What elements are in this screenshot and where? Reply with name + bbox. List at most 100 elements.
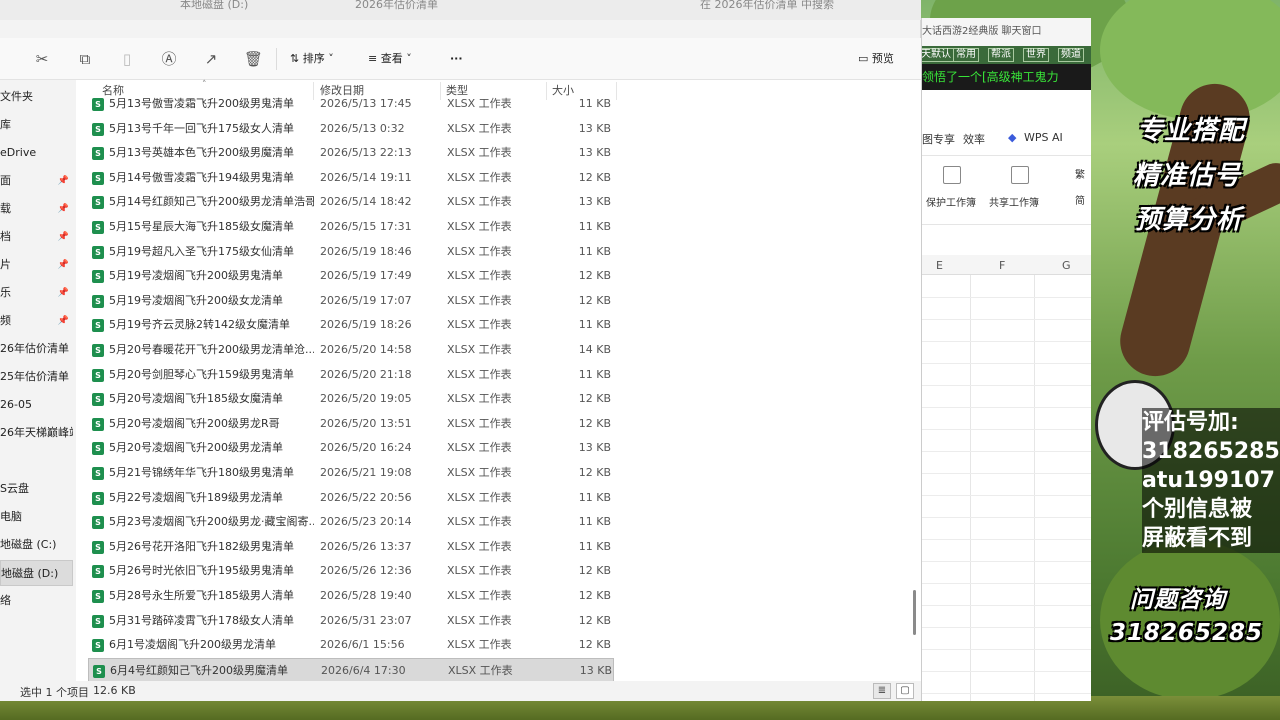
file-date: 2026/5/14 18:42 [320, 195, 412, 209]
nav-item[interactable]: 片 📌 [0, 252, 73, 278]
tiles-view-button[interactable]: ▢ [896, 683, 914, 699]
file-row[interactable]: S 5月31号踏碎凌霄飞升178级女人清单 2026/5/31 23:07 XLSX … [88, 609, 614, 634]
nav-item[interactable]: 地磁盘 (D:) [0, 560, 73, 586]
file-type: XLSX 工作表 [447, 293, 512, 307]
file-row[interactable]: S 5月19号齐云灵脉2转142级女魔清单 2026/5/19 18:26 XLSX … [88, 313, 614, 338]
nav-item[interactable]: 乐 📌 [0, 280, 73, 306]
tab-efficiency[interactable]: 效率 [963, 131, 985, 147]
ribbon-tabs: 图专享 效率 ◆ WPS AI [922, 123, 1091, 153]
file-row[interactable]: S 5月20号春暖花开飞升200级男龙清单沧... 2026/5/20 14:58 X… [88, 338, 614, 363]
file-row[interactable]: S 5月26号时光依旧飞升195级男鬼清单 2026/5/26 12:36 XLSX … [88, 559, 614, 584]
chevron-down-icon: ˅ [324, 52, 334, 65]
vertical-scrollbar[interactable] [913, 590, 916, 635]
file-row[interactable]: S 5月22号凌烟阁飞升189级男龙清单 2026/5/22 20:56 XLSX 工… [88, 486, 614, 511]
nav-item[interactable]: 25年估价清单 [0, 364, 73, 390]
file-row[interactable]: S 5月20号剑胆琴心飞升159级男鬼清单 2026/5/20 21:18 XLSX … [88, 363, 614, 388]
file-name: 5月14号傲雪凌霜飞升194级男鬼清单 [109, 170, 294, 184]
file-type: XLSX 工作表 [447, 589, 512, 602]
file-row[interactable]: S 5月20号凌烟阁飞升200级男龙R哥 2026/5/20 13:51 XLSX 工… [88, 412, 614, 437]
grid-row-line [922, 517, 1091, 518]
nav-item[interactable]: 库 [0, 112, 73, 138]
preview-icon: ▭ [858, 52, 872, 65]
nav-item[interactable]: S云盘 [0, 476, 73, 502]
sort-button[interactable]: ⇅ 排序 ˅ [290, 50, 334, 68]
file-type: XLSX 工作表 [447, 613, 512, 627]
file-row[interactable]: S 5月28号永生所爱飞升185级男人清单 2026/5/28 19:40 XLSX … [88, 584, 614, 609]
trash-icon[interactable]: 🗑 [244, 50, 263, 68]
column-g[interactable]: G [1062, 259, 1071, 272]
share-workbook-button[interactable]: 共享工作簿 [989, 194, 1039, 209]
file-date: 2026/5/20 21:18 [320, 367, 412, 381]
tab-exclusive[interactable]: 图专享 [922, 131, 955, 147]
file-row[interactable]: S 5月13号千年一回飞升175级女人清单 2026/5/13 0:32 XLSX 工… [88, 117, 614, 142]
nav-item[interactable] [0, 448, 73, 474]
nav-item[interactable]: 26-05 [0, 392, 73, 418]
file-row[interactable]: S 5月19号凌烟阁飞升200级男鬼清单 2026/5/19 17:49 XLSX 工… [88, 264, 614, 289]
traditional-button[interactable]: 繁 [1075, 166, 1085, 181]
chat-tab[interactable]: 帮派 [988, 48, 1014, 62]
file-row[interactable]: S 5月14号红颜知己飞升200级男龙清单浩哥 2026/5/14 18:42 XLS… [88, 190, 614, 215]
address-bar[interactable]: 本地磁盘 (D:) 2026年估价清单 在 2026年估价清单 中搜索 [0, 0, 921, 20]
nav-item[interactable]: 26年天梯巅峰站 [0, 420, 73, 446]
preview-button[interactable]: ▭ 预览 [858, 50, 894, 68]
file-row[interactable]: S 5月21号锦绣年华飞升180级男鬼清单 2026/5/21 19:08 XLSX … [88, 461, 614, 486]
protect-workbook-button[interactable]: 保护工作簿 [926, 194, 976, 209]
view-button[interactable]: ≡ 查看 ˅ [368, 50, 412, 68]
grid-row-line [922, 429, 1091, 430]
contact-box: 评估号加: 318265285 atu199107 个别信息被 屏蔽看不到 [1142, 408, 1280, 553]
xlsx-file-icon: S [92, 442, 104, 456]
chat-tab[interactable]: 频道 [1058, 48, 1084, 62]
nav-item[interactable]: 地磁盘 (C:) [0, 532, 73, 558]
file-type: XLSX 工作表 [447, 343, 512, 356]
copy-icon[interactable]: ⧉ [76, 50, 94, 68]
nav-item-label: 26年估价清单 [0, 342, 69, 355]
file-size: 11 KB [578, 490, 611, 504]
chat-tab[interactable]: 天默认 [922, 48, 954, 62]
scissors-icon[interactable]: ✂ [33, 50, 51, 68]
nav-item[interactable]: 文件夹 [0, 84, 73, 110]
file-size: 11 KB [578, 539, 611, 553]
file-row[interactable]: S 5月23号凌烟阁飞升200级男龙·藏宝阁寄... 2026/5/23 20:14… [88, 510, 614, 535]
file-row[interactable]: S 5月15号星辰大海飞升185级女魔清单 2026/5/15 17:31 XLSX … [88, 215, 614, 240]
chat-tab[interactable]: 常用 [953, 48, 979, 62]
file-row[interactable]: S 5月13号英雄本色飞升200级男魔清单 2026/5/13 22:13 XLSX … [88, 141, 614, 166]
file-row[interactable]: S 5月14号傲雪凌霜飞升194级男鬼清单 2026/5/14 19:11 XLSX … [88, 166, 614, 191]
file-row[interactable]: S 6月4号红颜知己飞升200级男魔清单 2026/6/4 17:30 XLSX 工作… [88, 657, 614, 683]
nav-item[interactable]: 络 [0, 588, 73, 614]
tab-wps-ai[interactable]: WPS AI [1024, 131, 1063, 144]
column-e[interactable]: E [936, 259, 943, 272]
paste-icon[interactable]: ▯ [118, 50, 136, 68]
rename-icon[interactable]: Ⓐ [160, 50, 178, 68]
file-row[interactable]: S 5月26号花开洛阳飞升182级男鬼清单 2026/5/26 13:37 XLSX … [88, 535, 614, 560]
column-f[interactable]: F [999, 259, 1005, 272]
nav-item[interactable]: 面 📌 [0, 168, 73, 194]
file-date: 2026/5/31 23:07 [320, 613, 412, 627]
file-row[interactable]: S 5月20号凌烟阁飞升200级男龙清单 2026/5/20 16:24 XLSX 工… [88, 436, 614, 461]
chat-tab[interactable]: 世界 [1023, 48, 1049, 62]
file-row[interactable]: S 5月13号傲雪凌霜飞升200级男鬼清单 2026/5/13 17:45 XLSX … [88, 92, 614, 117]
breadcrumb-drive[interactable]: 本地磁盘 (D:) [180, 0, 248, 12]
breadcrumb-folder[interactable]: 2026年估价清单 [355, 0, 438, 12]
nav-item-label: S云盘 [0, 482, 29, 495]
nav-item[interactable]: 频 📌 [0, 308, 73, 334]
nav-item[interactable]: 载 📌 [0, 196, 73, 222]
preview-label: 预览 [871, 52, 894, 65]
pin-icon: 📌 [57, 204, 69, 214]
nav-item[interactable]: 电脑 [0, 504, 73, 530]
grid-row-line [922, 671, 1091, 672]
nav-item[interactable]: 档 📌 [0, 224, 73, 250]
file-row[interactable]: S 6月1号凌烟阁飞升200级男龙清单 2026/6/1 15:56 XLSX 工作表… [88, 633, 614, 658]
file-row[interactable]: S 5月19号凌烟阁飞升200级女龙清单 2026/5/19 17:07 XLSX 工… [88, 289, 614, 314]
details-view-button[interactable]: ≣ [873, 683, 891, 699]
file-row[interactable]: S 5月19号超凡入圣飞升175级女仙清单 2026/5/19 18:46 XLSX … [88, 240, 614, 265]
share-icon[interactable]: ↗ [202, 50, 220, 68]
search-input[interactable]: 在 2026年估价清单 中搜索 [700, 0, 834, 12]
simplified-button[interactable]: 简 [1075, 192, 1085, 207]
nav-item[interactable]: eDrive [0, 140, 73, 166]
xlsx-file-icon: S [92, 614, 104, 628]
nav-item-label: 地磁盘 (C:) [0, 538, 57, 551]
nav-item[interactable]: 26年估价清单 [0, 336, 73, 362]
file-size: 12 KB [578, 589, 611, 602]
more-button[interactable]: ··· [450, 50, 463, 68]
file-row[interactable]: S 5月20号凌烟阁飞升185级女魔清单 2026/5/20 19:05 XLSX 工… [88, 387, 614, 412]
